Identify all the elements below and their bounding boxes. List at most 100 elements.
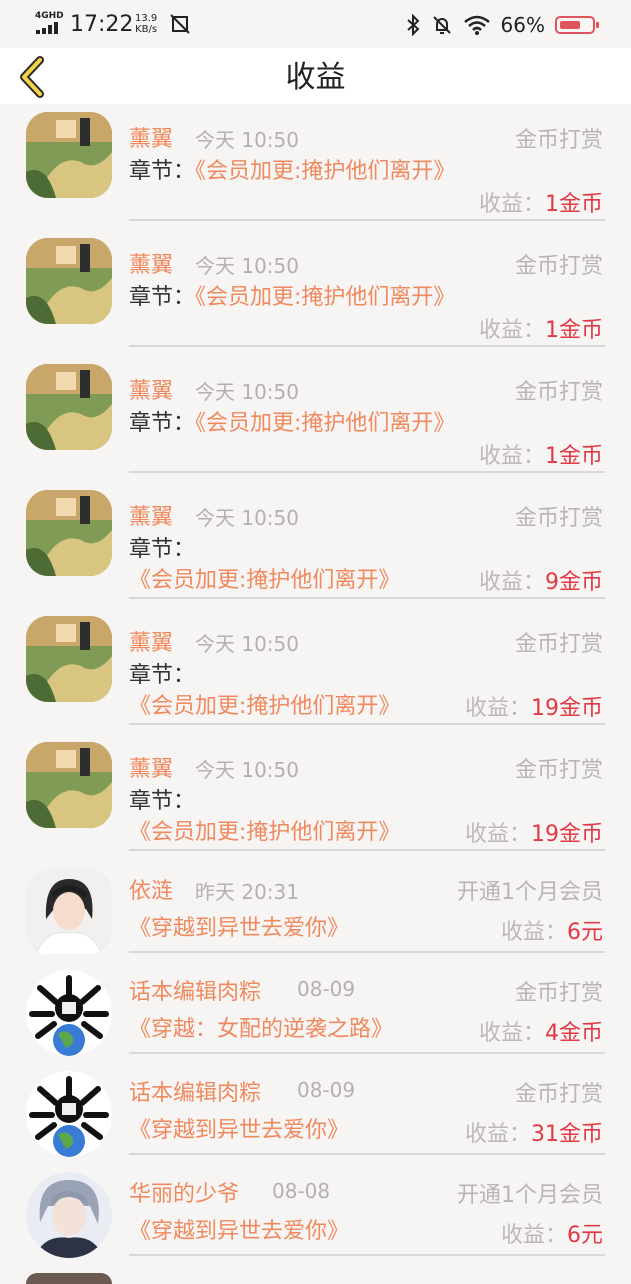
time-label: 今天 10:50 bbox=[195, 758, 299, 782]
book-cover-avatar[interactable] bbox=[26, 238, 112, 324]
user-name[interactable]: 薰翼 bbox=[129, 247, 173, 279]
list-item[interactable]: 薰翼 今天 10:50 金币打赏 章节： 《会员加更:掩护他们离开》 收益：19金… bbox=[0, 734, 631, 860]
chapter-info[interactable]: 章节：《会员加更:掩护他们离开》 bbox=[129, 156, 474, 187]
user-avatar[interactable] bbox=[26, 970, 112, 1056]
list-item[interactable]: 话本编辑肉粽 08-09 金币打赏 《穿越：女配的逆袭之路》 收益：4金币 bbox=[0, 961, 631, 1062]
user-name[interactable]: 依涟 bbox=[129, 873, 173, 905]
list-item[interactable]: 薰翼 今天 10:50 金币打赏 章节： 《会员加更:掩护他们离开》 收益：9金币 bbox=[0, 482, 631, 608]
book-title[interactable]: 《穿越到异世去爱你》 bbox=[129, 1115, 429, 1146]
earning-value: 19金币 bbox=[531, 822, 603, 847]
book-cover-avatar[interactable] bbox=[26, 490, 112, 576]
time-label: 08-08 bbox=[272, 1179, 331, 1203]
divider bbox=[129, 723, 605, 725]
user-avatar[interactable] bbox=[26, 1172, 112, 1258]
book-title[interactable]: 《穿越到异世去爱你》 bbox=[129, 913, 429, 944]
avatar-image bbox=[26, 869, 112, 955]
user-name[interactable]: 薰翼 bbox=[129, 751, 173, 783]
wifi-icon bbox=[463, 15, 490, 35]
earning-label: 收益： bbox=[478, 1021, 545, 1046]
earning: 收益：1金币 bbox=[479, 312, 603, 344]
time-label: 08-09 bbox=[297, 1078, 356, 1102]
earning-value: 9金币 bbox=[545, 570, 603, 595]
user-name[interactable]: 薰翼 bbox=[129, 121, 173, 153]
status-right: 66% bbox=[405, 12, 599, 38]
chapter-info[interactable]: 章节：《会员加更:掩护他们离开》 bbox=[129, 282, 474, 313]
reward-type: 开通1个月会员 bbox=[457, 1183, 603, 1208]
earning: 收益：4金币 bbox=[479, 1015, 603, 1047]
reward-type: 金币打赏 bbox=[514, 254, 603, 279]
book-cover-avatar[interactable] bbox=[26, 112, 112, 198]
user-name[interactable]: 薰翼 bbox=[129, 373, 173, 405]
divider bbox=[129, 1153, 605, 1155]
chapter-prefix: 章节： bbox=[129, 537, 196, 562]
book-title[interactable]: 《穿越到异世去爱你》 bbox=[129, 1216, 429, 1247]
list-item[interactable]: 薰翼 今天 10:50 金币打赏 章节：《会员加更:掩护他们离开》 收益：1金币 bbox=[0, 356, 631, 482]
chapter-prefix: 章节： bbox=[129, 663, 196, 688]
earning-value: 1金币 bbox=[545, 318, 603, 343]
chapter-title: 《会员加更:掩护他们离开》 bbox=[195, 159, 456, 184]
chapter-info[interactable]: 章节：《会员加更:掩护他们离开》 bbox=[129, 408, 474, 439]
earnings-list: 薰翼 今天 10:50 金币打赏 章节：《会员加更:掩护他们离开》 收益：1金币… bbox=[0, 104, 631, 1284]
earning-value: 6元 bbox=[567, 920, 603, 945]
user-avatar[interactable] bbox=[26, 1273, 112, 1284]
reward-type: 金币打赏 bbox=[514, 632, 603, 657]
list-item[interactable]: 薰翼 今天 10:50 金币打赏 章节：《会员加更:掩护他们离开》 收益：1金币 bbox=[0, 104, 631, 230]
earning: 收益：6元 bbox=[501, 1217, 603, 1249]
user-avatar[interactable] bbox=[26, 1071, 112, 1157]
avatar-image bbox=[26, 970, 112, 1056]
chapter-info[interactable]: 章节： 《会员加更:掩护他们离开》 bbox=[129, 786, 449, 848]
book-cover-image bbox=[26, 112, 112, 198]
book-cover-avatar[interactable] bbox=[26, 364, 112, 450]
chapter-info[interactable]: 章节：《会员加更:掩护他们离开》 bbox=[129, 660, 449, 722]
list-item[interactable]: 薰翼 今天 10:50 金币打赏 章节：《会员加更:掩护他们离开》 收益：1金币 bbox=[0, 230, 631, 356]
earning-label: 收益： bbox=[464, 1122, 531, 1147]
chapter-title: 《会员加更:掩护他们离开》 bbox=[129, 820, 401, 845]
divider bbox=[129, 1254, 605, 1256]
book-cover-avatar[interactable] bbox=[26, 616, 112, 702]
chapter-prefix: 章节： bbox=[129, 159, 196, 184]
user-avatar[interactable] bbox=[26, 869, 112, 955]
time-label: 今天 10:50 bbox=[195, 380, 299, 404]
earning: 收益：9金币 bbox=[479, 564, 603, 596]
chapter-prefix: 章节： bbox=[129, 789, 196, 814]
reward-type: 金币打赏 bbox=[514, 1082, 603, 1107]
book-cover-avatar[interactable] bbox=[26, 742, 112, 828]
avatar-image bbox=[26, 1172, 112, 1258]
page-title: 收益 bbox=[285, 60, 346, 95]
list-item[interactable] bbox=[0, 1264, 631, 1284]
earning-label: 收益： bbox=[464, 696, 531, 721]
list-item[interactable]: 话本编辑肉粽 08-09 金币打赏 《穿越到异世去爱你》 收益：31金币 bbox=[0, 1062, 631, 1163]
speed-value: 13.9 bbox=[135, 13, 158, 24]
reward-type: 开通1个月会员 bbox=[457, 880, 603, 905]
chapter-info[interactable]: 章节：《会员加更:掩护他们离开》 bbox=[129, 534, 449, 596]
user-name[interactable]: 华丽的少爷 bbox=[129, 1176, 239, 1208]
mute-bell-icon bbox=[432, 16, 451, 34]
earning: 收益：1金币 bbox=[479, 438, 603, 470]
network-speed: 13.9 KB/s bbox=[135, 13, 157, 35]
earning-label: 收益： bbox=[478, 192, 545, 217]
status-bar: 4GHD 17:22 13.9 KB/s 66% bbox=[0, 0, 631, 48]
user-name[interactable]: 薰翼 bbox=[129, 499, 173, 531]
top-bar: 收益 bbox=[0, 48, 631, 104]
avatar-image bbox=[26, 1071, 112, 1157]
book-cover-image bbox=[26, 364, 112, 450]
book-name: 《穿越：女配的逆袭之路》 bbox=[129, 1017, 394, 1042]
earning-value: 1金币 bbox=[545, 444, 603, 469]
divider bbox=[129, 345, 605, 347]
time-label: 今天 10:50 bbox=[195, 506, 299, 530]
user-name[interactable]: 话本编辑肉粽 bbox=[129, 974, 261, 1006]
earning-label: 收益： bbox=[500, 920, 567, 945]
list-item[interactable]: 依涟 昨天 20:31 开通1个月会员 《穿越到异世去爱你》 收益：6元 bbox=[0, 860, 631, 961]
earning: 收益：31金币 bbox=[465, 1116, 603, 1148]
earning-label: 收益： bbox=[478, 318, 545, 343]
book-name: 《穿越到异世去爱你》 bbox=[129, 1219, 350, 1244]
list-item[interactable]: 薰翼 今天 10:50 金币打赏 章节： 《会员加更:掩护他们离开》 收益：19金… bbox=[0, 608, 631, 734]
list-item[interactable]: 华丽的少爷 08-08 开通1个月会员 《穿越到异世去爱你》 收益：6元 bbox=[0, 1163, 631, 1264]
divider bbox=[129, 597, 605, 599]
book-title[interactable]: 《穿越：女配的逆袭之路》 bbox=[129, 1014, 449, 1045]
user-name[interactable]: 薰翼 bbox=[129, 625, 173, 657]
battery-percent: 66% bbox=[500, 13, 545, 37]
user-name[interactable]: 话本编辑肉粽 bbox=[129, 1075, 261, 1107]
reward-type: 金币打赏 bbox=[514, 506, 603, 531]
earning: 收益：1金币 bbox=[479, 186, 603, 218]
